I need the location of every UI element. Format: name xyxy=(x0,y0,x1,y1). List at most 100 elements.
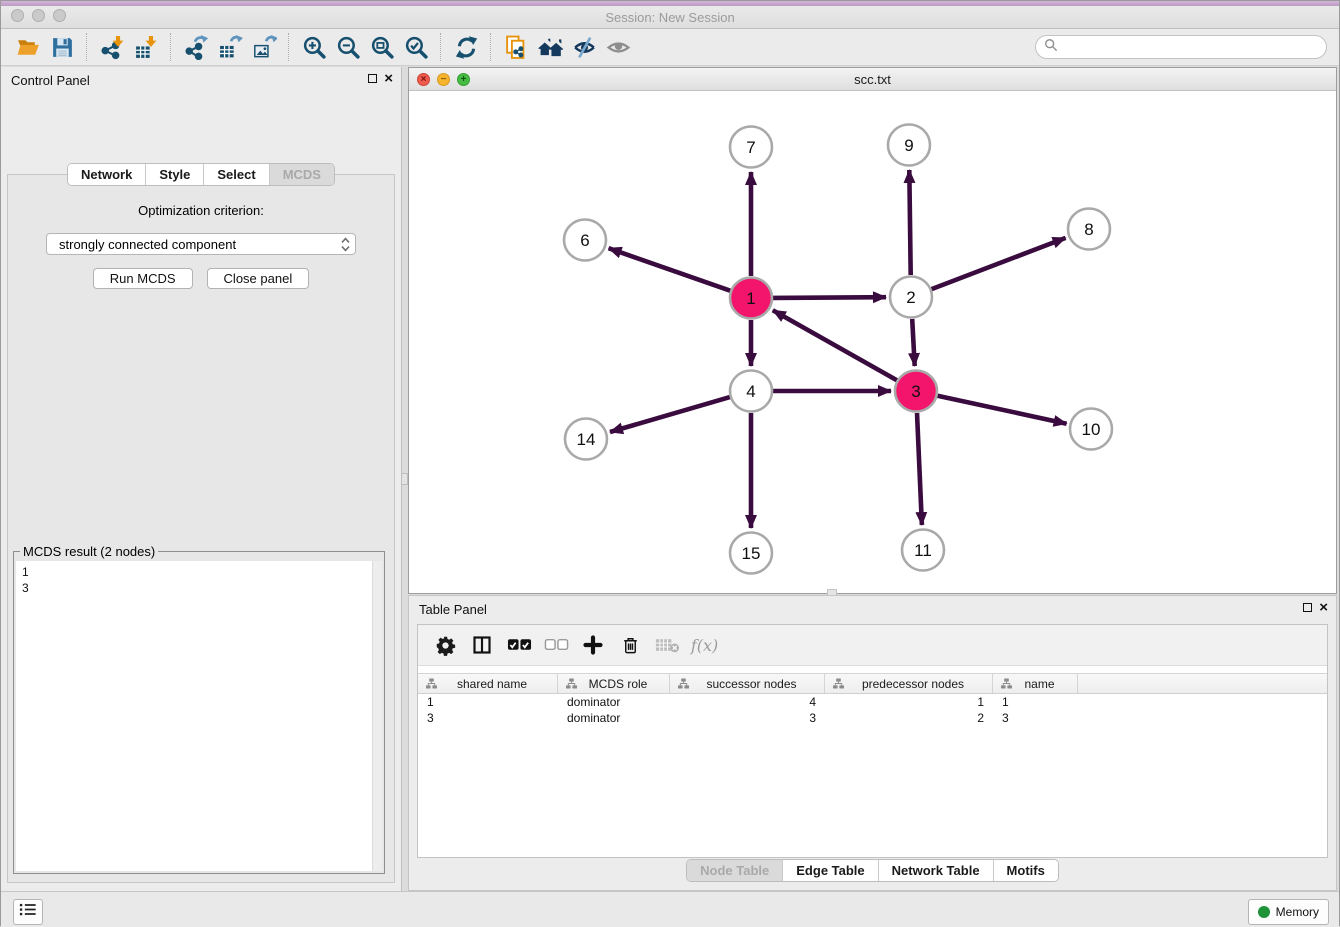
network-graph-canvas[interactable]: 7 9 6 8 1 2 4 3 14 10 15 11 xyxy=(409,90,1336,593)
select-all-columns-icon[interactable] xyxy=(504,630,534,660)
node-3[interactable]: 3 xyxy=(895,371,937,412)
table-cell[interactable]: 3 xyxy=(418,711,558,725)
table-cell[interactable]: 4 xyxy=(670,695,825,709)
table-tab-edge-table[interactable]: Edge Table xyxy=(782,860,877,881)
node-6[interactable]: 6 xyxy=(564,220,606,261)
memory-button[interactable]: Memory xyxy=(1248,899,1329,925)
tab-style[interactable]: Style xyxy=(145,164,203,185)
show-panel-icon[interactable] xyxy=(601,32,635,62)
edge-2-8[interactable] xyxy=(932,238,1066,289)
edge-2-9[interactable] xyxy=(909,170,910,275)
node-4[interactable]: 4 xyxy=(730,371,772,412)
table-cell[interactable]: dominator xyxy=(558,711,670,725)
import-table-icon[interactable] xyxy=(129,32,163,62)
toolbar-separator xyxy=(288,33,290,61)
close-panel-icon[interactable]: × xyxy=(384,72,393,85)
edge-4-14[interactable] xyxy=(610,397,730,432)
tab-mcds[interactable]: MCDS xyxy=(269,164,334,185)
import-network-icon[interactable] xyxy=(95,32,129,62)
node-label: 6 xyxy=(580,231,589,250)
table-tab-node-table[interactable]: Node Table xyxy=(687,860,782,881)
result-scrollbar[interactable] xyxy=(372,561,382,871)
home-icon[interactable] xyxy=(533,32,567,62)
criterion-dropdown[interactable]: strongly connected component xyxy=(46,233,356,255)
control-panel-title: Control Panel xyxy=(11,73,90,88)
gear-icon[interactable] xyxy=(430,630,460,660)
node-9[interactable]: 9 xyxy=(888,125,930,166)
edge-1-2[interactable] xyxy=(773,297,886,298)
mcds-result-title: MCDS result (2 nodes) xyxy=(20,544,158,559)
export-image-icon[interactable] xyxy=(247,32,281,62)
search-box[interactable] xyxy=(1035,35,1327,59)
window-title: Session: New Session xyxy=(1,10,1339,25)
column-header-name[interactable]: name xyxy=(993,674,1078,693)
float-panel-icon[interactable] xyxy=(368,74,377,83)
column-layout-icon[interactable] xyxy=(467,630,497,660)
refresh-layout-icon[interactable] xyxy=(449,32,483,62)
node-14[interactable]: 14 xyxy=(565,419,607,460)
node-11[interactable]: 11 xyxy=(902,530,944,571)
column-header-mcds-role[interactable]: MCDS role xyxy=(558,674,670,693)
hierarchy-icon xyxy=(678,678,689,689)
search-input[interactable] xyxy=(1063,39,1318,55)
toolbar-separator xyxy=(440,33,442,61)
tab-select[interactable]: Select xyxy=(203,164,268,185)
table-cell[interactable]: 2 xyxy=(825,711,993,725)
result-line: 3 xyxy=(22,580,376,596)
toolbar-separator xyxy=(490,33,492,61)
column-header-shared-name[interactable]: shared name xyxy=(418,674,558,693)
edge-1-6[interactable] xyxy=(609,248,731,291)
edge-2-3[interactable] xyxy=(912,319,915,366)
zoom-out-icon[interactable] xyxy=(331,32,365,62)
zoom-fit-icon[interactable] xyxy=(365,32,399,62)
node-7[interactable]: 7 xyxy=(730,127,772,168)
task-history-button[interactable] xyxy=(13,899,43,925)
table-cell[interactable]: dominator xyxy=(558,695,670,709)
table-cell[interactable]: 3 xyxy=(670,711,825,725)
table-tab-motifs[interactable]: Motifs xyxy=(993,860,1058,881)
add-column-icon[interactable] xyxy=(578,630,608,660)
edge-3-11[interactable] xyxy=(917,413,922,525)
hide-panel-icon[interactable] xyxy=(567,32,601,62)
deselect-all-columns-icon[interactable] xyxy=(541,630,571,660)
float-table-panel-icon[interactable] xyxy=(1303,603,1312,612)
column-header-successor-nodes[interactable]: successor nodes xyxy=(670,674,825,693)
node-table-container: f(x) shared nameMCDS rolesuccessor nodes… xyxy=(417,624,1328,858)
hierarchy-icon xyxy=(566,678,577,689)
panel-splitter-grip[interactable] xyxy=(401,473,408,485)
table-row[interactable]: 1dominator411 xyxy=(418,694,1327,710)
tab-network[interactable]: Network xyxy=(68,164,145,185)
node-1[interactable]: 1 xyxy=(730,278,772,319)
zoom-selected-icon[interactable] xyxy=(399,32,433,62)
table-cell[interactable]: 1 xyxy=(993,695,1078,709)
node-10[interactable]: 10 xyxy=(1070,409,1112,450)
node-label: 4 xyxy=(746,382,755,401)
table-tab-network-table[interactable]: Network Table xyxy=(878,860,993,881)
zoom-in-icon[interactable] xyxy=(297,32,331,62)
table-cell[interactable]: 1 xyxy=(418,695,558,709)
criterion-dropdown-value: strongly connected component xyxy=(59,237,236,252)
edge-3-10[interactable] xyxy=(938,396,1067,424)
save-session-icon[interactable] xyxy=(45,32,79,62)
close-panel-button[interactable]: Close panel xyxy=(207,268,310,289)
node-label: 9 xyxy=(904,136,913,155)
hierarchy-icon xyxy=(833,678,844,689)
table-cell[interactable]: 3 xyxy=(993,711,1078,725)
run-mcds-button[interactable]: Run MCDS xyxy=(93,268,193,289)
close-table-panel-icon[interactable]: × xyxy=(1319,601,1328,614)
node-15[interactable]: 15 xyxy=(730,533,772,574)
edge-3-1[interactable] xyxy=(773,310,897,380)
mcds-result-textarea[interactable]: 13 xyxy=(16,561,382,871)
table-row[interactable]: 3dominator323 xyxy=(418,710,1327,726)
open-file-icon[interactable] xyxy=(11,32,45,62)
network-overview-icon[interactable] xyxy=(499,32,533,62)
node-2[interactable]: 2 xyxy=(890,277,932,318)
node-8[interactable]: 8 xyxy=(1068,209,1110,250)
column-header-predecessor-nodes[interactable]: predecessor nodes xyxy=(825,674,993,693)
dropdown-stepper-icon xyxy=(341,237,350,255)
export-network-icon[interactable] xyxy=(179,32,213,62)
export-table-icon[interactable] xyxy=(213,32,247,62)
delete-columns-icon[interactable] xyxy=(615,630,645,660)
table-cell[interactable]: 1 xyxy=(825,695,993,709)
node-label: 10 xyxy=(1082,420,1101,439)
